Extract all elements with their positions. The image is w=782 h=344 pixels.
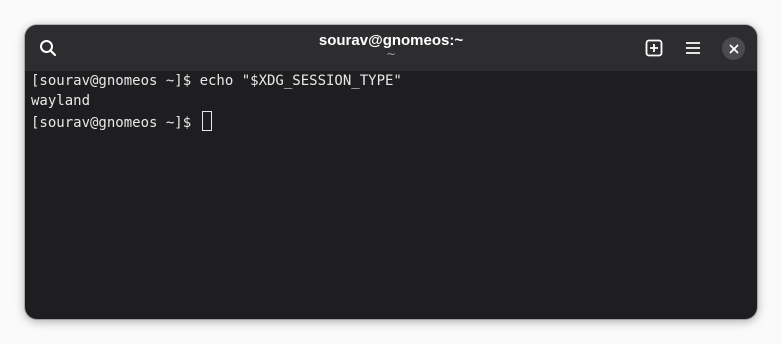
terminal-line: wayland: [31, 93, 91, 109]
new-tab-icon: [645, 39, 663, 57]
terminal-prompt-line: [sourav@gnomeos ~]$: [31, 111, 751, 131]
terminal-output[interactable]: [sourav@gnomeos ~]$ echo "$XDG_SESSION_T…: [31, 71, 751, 319]
terminal-window: sourav@gnomeos:~ ~ [sourav@gnomeos ~]$ e…: [25, 25, 757, 319]
terminal-prompt: [sourav@gnomeos ~]$: [31, 115, 200, 131]
headerbar: sourav@gnomeos:~ ~: [25, 25, 757, 71]
main-menu-button[interactable]: [678, 33, 708, 63]
hamburger-menu-icon: [684, 39, 702, 57]
new-tab-button[interactable]: [639, 33, 669, 63]
close-button[interactable]: [722, 37, 745, 60]
close-icon: [729, 44, 739, 54]
terminal-cursor: [201, 111, 212, 131]
terminal-line: [sourav@gnomeos ~]$ echo "$XDG_SESSION_T…: [31, 73, 402, 89]
